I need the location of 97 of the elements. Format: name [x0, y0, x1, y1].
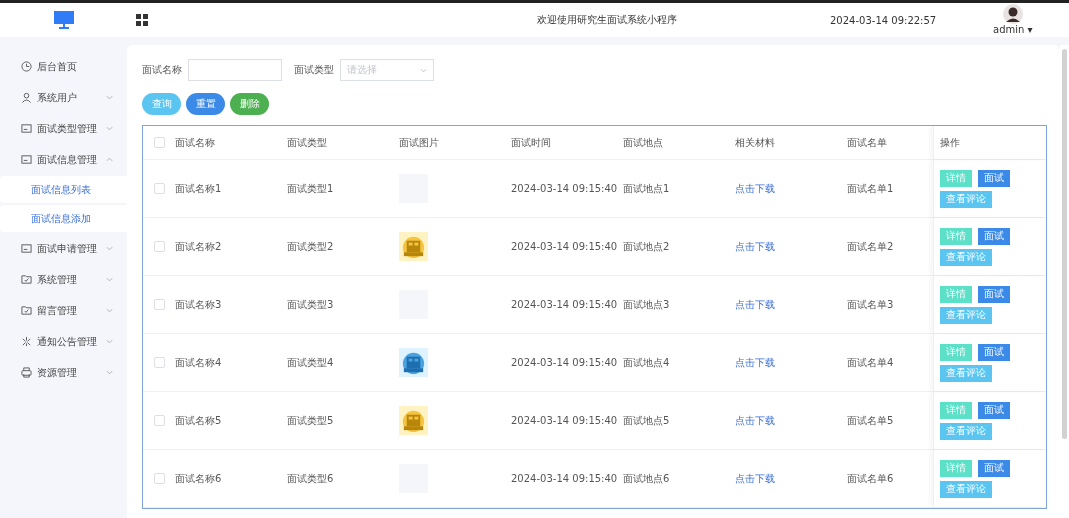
interview-button[interactable]: 面试	[978, 285, 1010, 303]
sidebar-item[interactable]: 面试信息管理	[0, 144, 127, 175]
sidebar-item[interactable]: 资源管理	[0, 357, 127, 388]
sidebar-item[interactable]: 面试类型管理	[0, 113, 127, 144]
checkbox[interactable]	[153, 473, 165, 484]
column-header: 面试名单	[847, 135, 887, 150]
table-cell: 面试名称4	[175, 355, 222, 370]
sidebar-item[interactable]: 系统用户	[0, 82, 127, 113]
comments-button[interactable]: 查看评论	[940, 422, 992, 440]
clock-icon	[21, 61, 32, 72]
column-header: 操作	[940, 135, 960, 150]
table-cell: 面试类型4	[287, 355, 334, 370]
download-link[interactable]: 点击下载	[735, 471, 775, 486]
delete-button[interactable]: 删除	[230, 93, 269, 115]
sidebar-item[interactable]: 系统管理	[0, 264, 127, 295]
table-cell: 面试名单5	[847, 413, 894, 428]
column-header: 面试地点	[623, 135, 663, 150]
interview-button[interactable]: 面试	[978, 343, 1010, 361]
table-cell: 面试类型5	[287, 413, 334, 428]
table-cell: 面试名单1	[847, 181, 894, 196]
sidebar-item[interactable]: 通知公告管理	[0, 326, 127, 357]
date-time: 2024-03-14 09:22:57	[830, 14, 937, 26]
checkbox[interactable]	[153, 299, 165, 310]
field-label: 面试类型	[294, 63, 334, 77]
table-cell: 面试类型3	[287, 297, 334, 312]
download-link[interactable]: 点击下载	[735, 297, 775, 312]
interview-button[interactable]: 面试	[978, 169, 1010, 187]
submenu-item[interactable]: 面试信息添加	[0, 205, 127, 232]
table-cell: 面试地点6	[623, 471, 670, 486]
monitor-icon[interactable]	[54, 11, 74, 29]
submenu-item[interactable]: 面试信息列表	[0, 176, 127, 203]
table-cell: 2024-03-14 09:15:40	[511, 183, 618, 194]
table-cell: 2024-03-14 09:15:40	[511, 473, 618, 484]
table-cell: 2024-03-14 09:15:40	[511, 415, 618, 426]
table-cell: 面试名单3	[847, 297, 894, 312]
avatar-icon[interactable]	[1002, 4, 1023, 24]
checkbox[interactable]	[153, 241, 165, 252]
table-cell: 面试地点4	[623, 355, 670, 370]
table-cell: 2024-03-14 09:15:40	[511, 241, 618, 252]
table-cell: 面试地点2	[623, 239, 670, 254]
checkbox[interactable]	[153, 183, 165, 194]
reset-button[interactable]: 重置	[186, 93, 225, 115]
interview-button[interactable]: 面试	[978, 227, 1010, 245]
comments-button[interactable]: 查看评论	[940, 364, 992, 382]
field-label: 面试名称	[142, 63, 182, 77]
column-header: 面试图片	[399, 135, 439, 150]
card-icon	[21, 243, 32, 254]
app-title: 欢迎使用研究生面试系统小程序	[537, 13, 677, 27]
comments-button[interactable]: 查看评论	[940, 190, 992, 208]
download-link[interactable]: 点击下载	[735, 413, 775, 428]
column-header: 面试时间	[511, 135, 551, 150]
table-cell: 面试类型1	[287, 181, 334, 196]
table-cell: 面试类型2	[287, 239, 334, 254]
table-cell: 面试名单4	[847, 355, 894, 370]
interview-button[interactable]: 面试	[978, 459, 1010, 477]
card-icon	[21, 154, 32, 165]
table-cell: 面试名称2	[175, 239, 222, 254]
download-link[interactable]: 点击下载	[735, 355, 775, 370]
column-header: 面试名称	[175, 135, 215, 150]
download-link[interactable]: 点击下载	[735, 239, 775, 254]
search-button[interactable]: 查询	[142, 93, 181, 115]
table-cell: 面试地点1	[623, 181, 670, 196]
chevron-down-icon	[420, 67, 427, 73]
user-icon	[21, 92, 32, 103]
table-cell: 面试地点3	[623, 297, 670, 312]
table-cell: 面试名称6	[175, 471, 222, 486]
table-cell: 面试名称1	[175, 181, 222, 196]
comments-button[interactable]: 查看评论	[940, 248, 992, 266]
spark-icon	[21, 336, 32, 347]
comments-button[interactable]: 查看评论	[940, 480, 992, 498]
table-cell: 面试名单2	[847, 239, 894, 254]
sidebar-item[interactable]: 后台首页	[0, 51, 127, 82]
download-link[interactable]: 点击下载	[735, 181, 775, 196]
table-cell: 面试名单6	[847, 471, 894, 486]
checkbox[interactable]	[153, 357, 165, 368]
checkbox[interactable]	[153, 137, 165, 148]
folder-icon	[21, 274, 32, 285]
comments-button[interactable]: 查看评论	[940, 306, 992, 324]
user-menu[interactable]: admin ▾	[993, 24, 1033, 35]
table-cell: 面试名称5	[175, 413, 222, 428]
table-cell: 2024-03-14 09:15:40	[511, 357, 618, 368]
table-cell: 面试地点5	[623, 413, 670, 428]
folder-icon	[21, 305, 32, 316]
table-cell: 2024-03-14 09:15:40	[511, 299, 618, 310]
input-field[interactable]	[188, 59, 282, 81]
sidebar-item[interactable]: 面试申请管理	[0, 233, 127, 264]
printer-icon	[21, 367, 32, 378]
table-cell: 面试名称3	[175, 297, 222, 312]
grid-icon[interactable]	[136, 14, 148, 26]
scrollbar[interactable]	[1062, 49, 1067, 439]
column-header: 面试类型	[287, 135, 327, 150]
card-icon	[21, 123, 32, 134]
interview-button[interactable]: 面试	[978, 401, 1010, 419]
column-header: 相关材料	[735, 135, 775, 150]
checkbox[interactable]	[153, 415, 165, 426]
table-cell: 面试类型6	[287, 471, 334, 486]
sidebar-item[interactable]: 留言管理	[0, 295, 127, 326]
